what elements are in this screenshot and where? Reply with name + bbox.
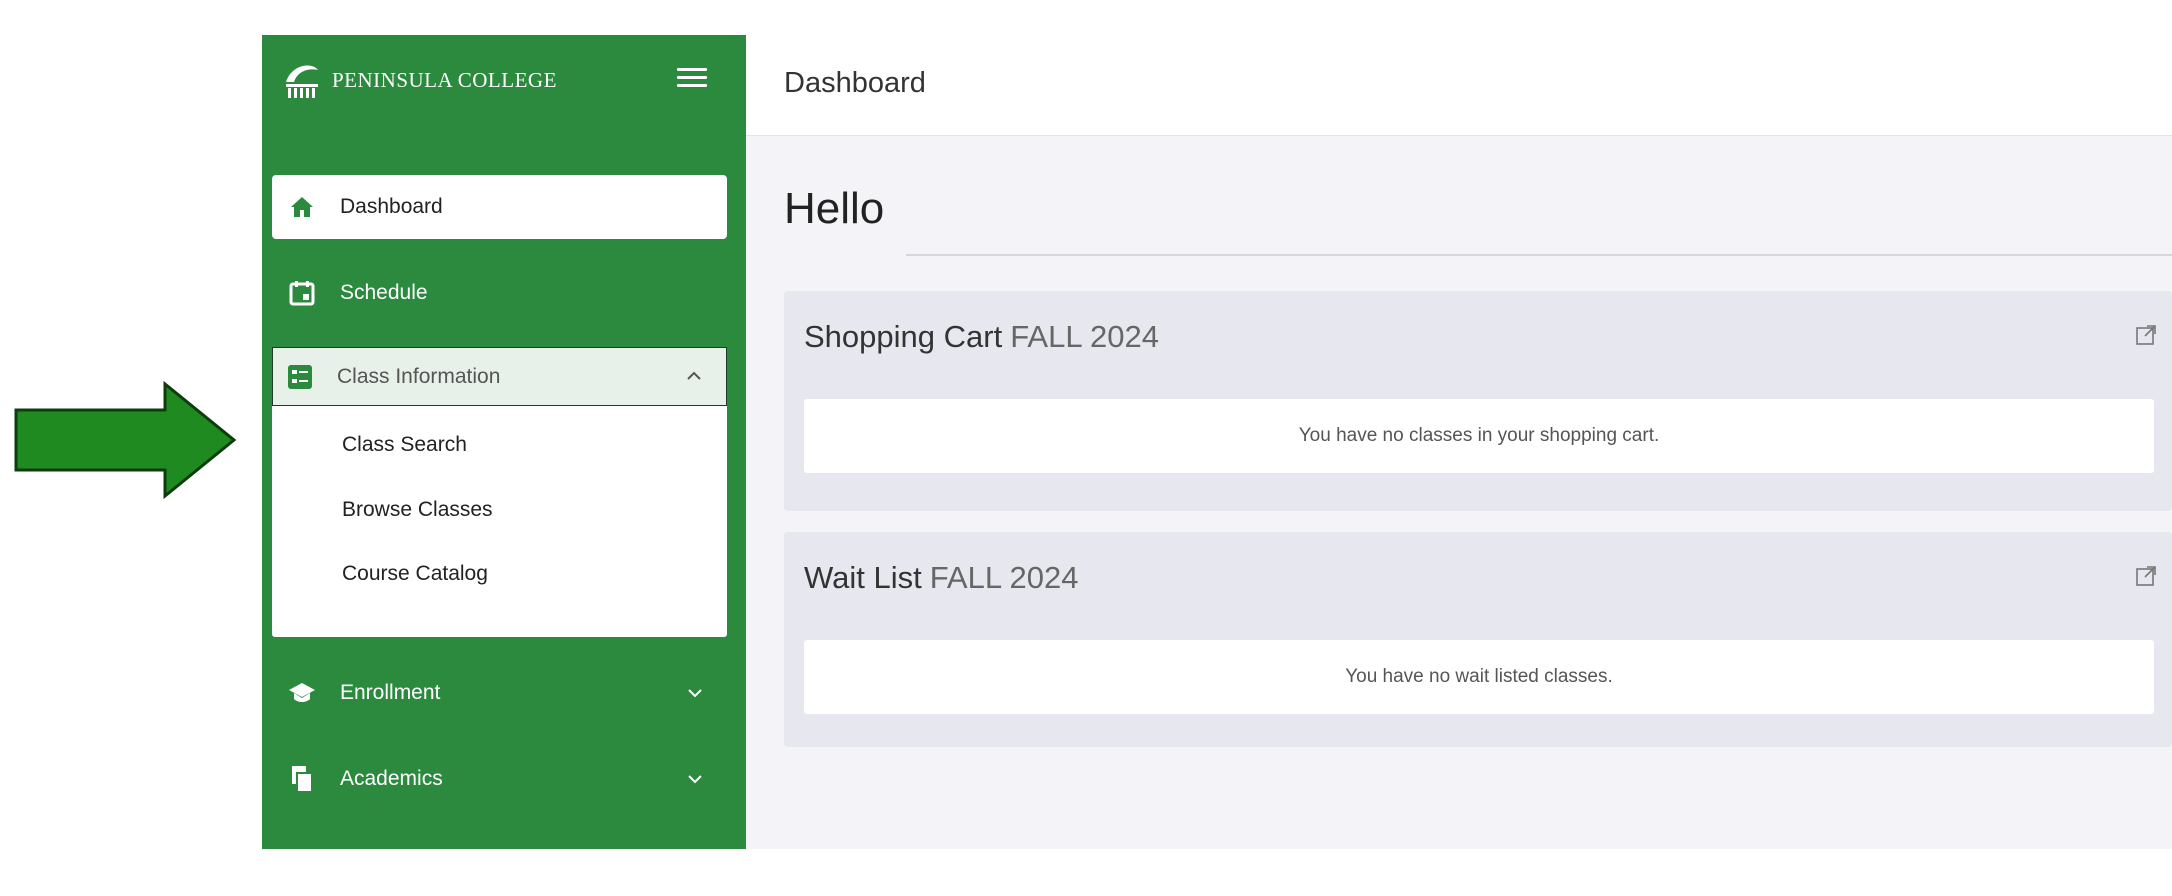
chevron-up-icon: [687, 371, 701, 380]
sidebar-item-academics[interactable]: Academics: [272, 747, 727, 811]
card-title: Wait List FALL 2024: [804, 560, 1079, 596]
home-icon: [288, 193, 316, 221]
sidebar-item-class-information[interactable]: Class Information: [272, 347, 727, 406]
top-bar: Dashboard: [746, 35, 2172, 136]
pointer-arrow-icon: [14, 380, 237, 500]
sidebar-subitem-course-catalog[interactable]: Course Catalog: [342, 562, 488, 586]
sidebar-item-label: Academics: [340, 767, 443, 790]
page-title: Dashboard: [784, 67, 926, 99]
menu-toggle-button[interactable]: [677, 68, 707, 90]
chevron-down-icon: [688, 775, 702, 784]
divider: [906, 254, 2172, 256]
empty-message: You have no classes in your shopping car…: [804, 399, 2154, 473]
wait-list-card: Wait List FALL 2024 You have no wait list…: [784, 532, 2172, 747]
external-link-icon[interactable]: [2134, 564, 2158, 588]
card-title-text: Shopping Cart: [804, 319, 1003, 354]
sidebar-item-financials[interactable]: Financials: [272, 832, 727, 896]
chevron-down-icon: [688, 860, 702, 869]
sidebar-item-label: Dashboard: [340, 195, 443, 218]
sidebar-item-dashboard[interactable]: Dashboard: [272, 175, 727, 239]
card-title-text: Wait List: [804, 560, 922, 595]
college-logo-icon: [286, 65, 318, 98]
card-term: FALL 2024: [1010, 319, 1159, 354]
calendar-icon: [288, 279, 316, 307]
chevron-down-icon: [688, 689, 702, 698]
sidebar-subitem-class-search[interactable]: Class Search: [342, 433, 467, 457]
class-list-icon: [287, 364, 313, 390]
sidebar-subitem-browse-classes[interactable]: Browse Classes: [342, 498, 493, 522]
brand[interactable]: PENINSULA COLLEGE: [282, 55, 557, 105]
documents-icon: [288, 765, 316, 793]
sidebar-item-label: Class Information: [337, 364, 501, 388]
shopping-cart-card: Shopping Cart FALL 2024 You have no class…: [784, 291, 2172, 511]
brand-name: PENINSULA COLLEGE: [332, 67, 557, 92]
hamburger-line: [677, 68, 707, 71]
sidebar-item-enrollment[interactable]: Enrollment: [272, 661, 727, 725]
main-content: Hello Shopping Cart FALL 2024 You have no…: [746, 136, 2172, 849]
sidebar: PENINSULA COLLEGE Dashboard Schedule Cla…: [262, 35, 746, 875]
external-link-icon[interactable]: [2134, 323, 2158, 347]
card-term: FALL 2024: [929, 560, 1079, 595]
hamburger-line: [677, 84, 707, 87]
sidebar-item-label: Schedule: [340, 281, 428, 304]
sidebar-item-label: Financials: [340, 852, 435, 875]
card-title: Shopping Cart FALL 2024: [804, 319, 1159, 355]
greeting-heading: Hello: [784, 184, 885, 233]
class-information-group: Class Information Class Search Browse Cl…: [272, 347, 727, 637]
empty-message: You have no wait listed classes.: [804, 640, 2154, 714]
sidebar-item-schedule[interactable]: Schedule: [272, 261, 727, 325]
credit-card-icon: [288, 850, 316, 878]
sidebar-item-label: Enrollment: [340, 681, 441, 704]
graduation-cap-icon: [288, 679, 316, 707]
hamburger-line: [677, 76, 707, 79]
